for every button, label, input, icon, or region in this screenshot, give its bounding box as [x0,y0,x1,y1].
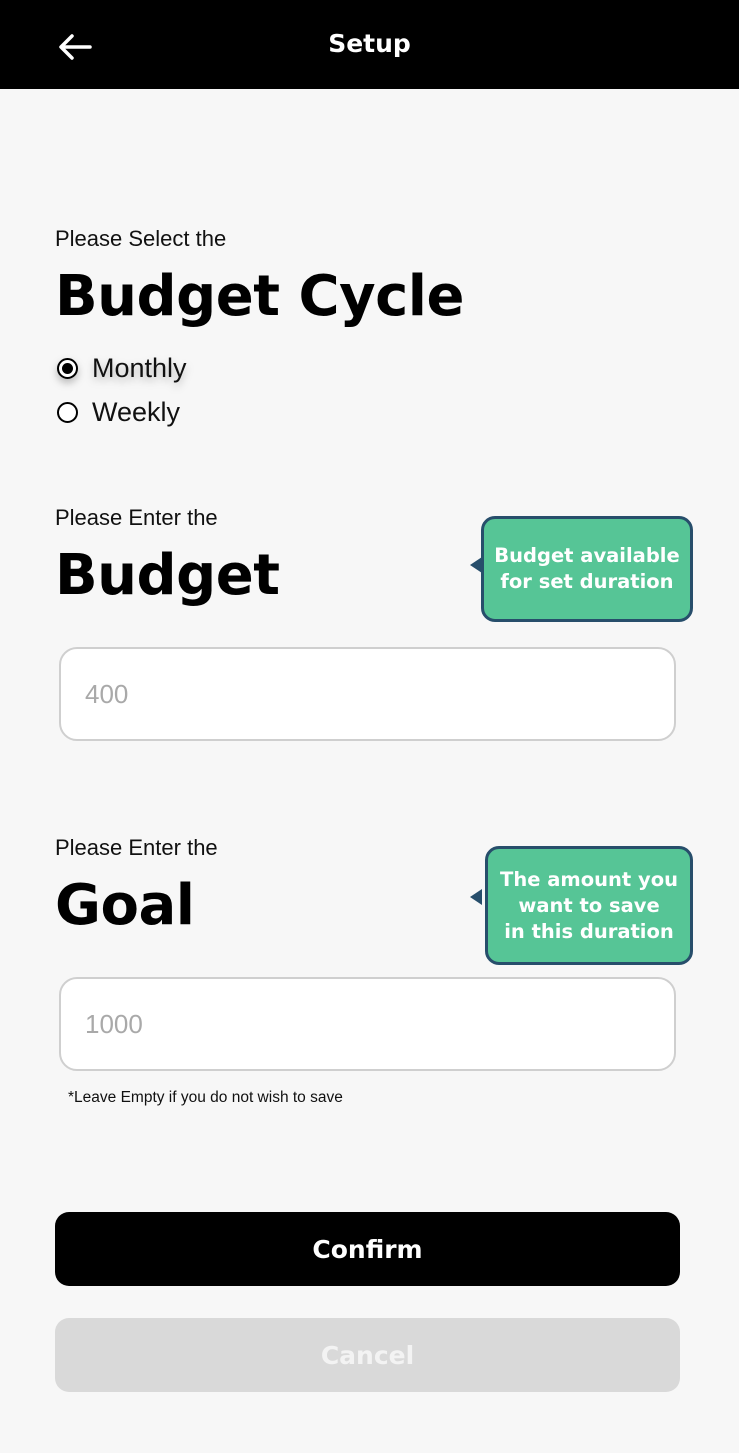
goal-note: *Leave Empty if you do not wish to save [68,1089,343,1106]
radio-unchecked-icon [57,401,78,423]
goal-tooltip-line: The amount you [500,867,678,891]
budget-tooltip-line: for set duration [500,570,674,593]
goal-field[interactable] [59,977,676,1071]
goal-kicker: Please Enter the [55,835,218,860]
radio-weekly[interactable]: Weekly [57,396,180,428]
radio-label-weekly: Weekly [92,396,181,427]
budget-field[interactable] [59,647,676,741]
goal-tooltip: The amount you want to save in this dura… [485,846,693,965]
goal-input[interactable] [61,979,674,1069]
goal-tooltip-line: want to save [518,893,660,917]
budget-cycle-heading: Budget Cycle [55,264,464,329]
budget-cycle-kicker: Please Select the [55,226,227,251]
goal-heading: Goal [55,873,195,938]
top-app-bar: Setup [0,0,739,89]
budget-heading: Budget [55,543,280,608]
radio-label-monthly: Monthly [92,352,187,383]
radio-checked-icon [57,357,78,379]
radio-monthly[interactable]: Monthly [57,352,187,384]
goal-tooltip-line: in this duration [504,919,674,943]
budget-tooltip: Budget available for set duration [481,516,693,622]
budget-input[interactable] [61,649,674,739]
budget-kicker: Please Enter the [55,505,218,530]
budget-tooltip-line: Budget available [494,544,680,567]
confirm-button[interactable]: Confirm [55,1212,680,1286]
tooltip-pointer [470,889,482,905]
cancel-button[interactable]: Cancel [55,1318,680,1392]
page-title: Setup [328,29,411,58]
